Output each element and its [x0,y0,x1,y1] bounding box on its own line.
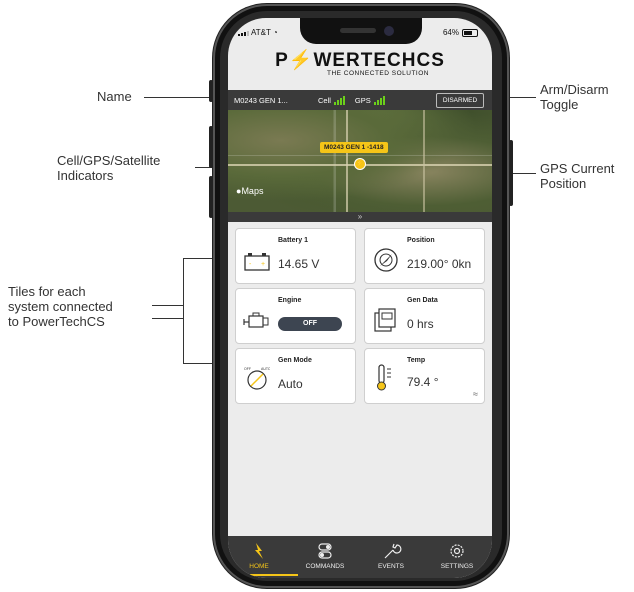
bolt-icon [255,543,263,559]
tab-settings[interactable]: SETTINGS [426,542,488,570]
svg-text:+: + [261,261,265,268]
tab-events[interactable]: EVENTS [360,542,422,570]
gauge-icon: OFF AUTO [244,367,270,390]
tile-gen-data-value: 0 hrs [407,317,434,331]
tile-temp-value: 79.4 ° [407,375,439,389]
tile-gen-mode-title: Gen Mode [278,357,312,364]
annotation-tiles-line1: Tiles for each [8,284,86,299]
tile-temp[interactable]: Temp 79.4 ° ≈ [364,348,485,404]
annotation-cell-gps-line1: Cell/GPS/Satellite [57,153,161,168]
tile-gen-data-title: Gen Data [407,297,438,304]
map-road [346,110,348,212]
cell-label: Cell [318,96,331,105]
tile-engine-title: Engine [278,297,302,304]
annotation-cell-gps: Cell/GPS/Satellite Indicators [57,153,160,183]
wrench-icon [384,543,402,559]
tab-home[interactable]: HOME [228,542,290,570]
svg-text:-: - [249,261,252,268]
tab-home-label: HOME [249,563,269,570]
phone-silent-switch [209,80,213,102]
gps-label: GPS [354,96,371,105]
logo-bolt-icon: ⚡ [288,50,314,71]
tab-events-label: EVENTS [377,563,404,570]
logo-tagline: THE CONNECTED SOLUTION [326,70,429,77]
annotation-tiles: Tiles for each system connected to Power… [8,284,113,329]
annotation-cell-gps-line2: Indicators [57,168,114,183]
annotation-name: Name [97,89,132,104]
svg-text:OFF: OFF [244,367,251,371]
tile-gen-data[interactable]: Gen Data 0 hrs [364,288,485,344]
annotation-tiles-vline [183,258,184,363]
toggles-icon [318,543,332,559]
device-name[interactable]: M0243 GEN 1... [234,96,288,105]
active-tab-indicator [250,574,298,576]
compass-icon [374,248,398,272]
arm-disarm-toggle[interactable]: DISARMED [436,93,484,108]
logo-text-prefix: P [275,50,289,71]
annotation-tiles-bracket-top [152,305,183,306]
tile-position-value: 219.00° 0kn [407,257,472,271]
annotation-gps: GPS Current Position [540,161,614,191]
collapse-map-chevron-icon[interactable]: » [228,212,492,222]
annotation-tiles-line3: to PowerTechCS [8,314,105,329]
phone-power-button [509,140,513,206]
map-road [423,110,425,212]
annotation-gps-line1: GPS Current [540,161,615,176]
tile-engine[interactable]: Engine OFF [235,288,356,344]
annotation-arm-line1: Arm/Disarm [540,82,609,97]
tab-commands-label: COMMANDS [305,563,345,570]
battery-percent: 64% [442,28,459,37]
bottom-tab-bar: HOME COMMANDS EVENTS SETTINGS [228,536,492,578]
generator-icon [374,308,396,332]
tile-battery-title: Battery 1 [278,237,308,244]
logo-text-main: WERTECHCS [313,50,445,71]
gps-position-pin-icon[interactable]: ⚡ [354,158,366,170]
annotation-arm-line2: Toggle [540,97,579,112]
tab-commands[interactable]: COMMANDS [294,542,356,570]
tab-settings-label: SETTINGS [440,563,474,570]
gear-icon [450,544,464,558]
annotation-arm: Arm/Disarm Toggle [540,82,609,112]
cell-bars-icon [333,96,345,105]
signal-indicators: Cell GPS [318,96,385,105]
phone-notch [300,18,422,44]
annotation-tiles-bracket-bot [152,318,183,319]
battery-status-icon [462,28,478,37]
engine-toggle[interactable]: OFF [278,317,342,331]
maps-attribution: ●Maps [236,186,264,196]
map-device-callout[interactable]: M0243 GEN 1 -1418 [320,142,388,153]
tile-gen-mode[interactable]: OFF AUTO Gen Mode Auto [235,348,356,404]
phone-volume-up [209,126,213,168]
thermometer-icon [377,364,391,391]
annotation-tiles-line2: system connected [8,299,113,314]
status-battery: 64% [443,28,478,37]
wireless-sensor-icon: ≈ [473,389,478,399]
app-logo: P⚡WERTECHCS THE CONNECTED SOLUTION [228,50,492,77]
phone-volume-down [209,176,213,218]
app-screen: AT&T ◔ 8:36 AM 64% P⚡WERTECHCS THE CONNE… [228,18,492,578]
satellite-map[interactable]: M0243 GEN 1 -1418 ⚡ ●Maps [228,110,492,212]
tile-position-title: Position [407,237,435,244]
svg-text:AUTO: AUTO [261,367,270,371]
tile-temp-title: Temp [407,357,426,364]
tile-position[interactable]: Position 219.00° 0kn [364,228,485,284]
gps-bars-icon [373,96,385,105]
engine-icon [243,312,269,328]
tile-gen-mode-value: Auto [278,377,303,391]
battery-icon: - + [244,253,270,271]
tile-battery-value: 14.65 V [278,257,320,271]
annotation-gps-line2: Position [540,176,587,191]
tile-battery[interactable]: - + Battery 1 14.65 V [235,228,356,284]
cell-signal-icon [238,30,249,36]
device-info-row: M0243 GEN 1... Cell GPS DISARMED [228,90,492,110]
